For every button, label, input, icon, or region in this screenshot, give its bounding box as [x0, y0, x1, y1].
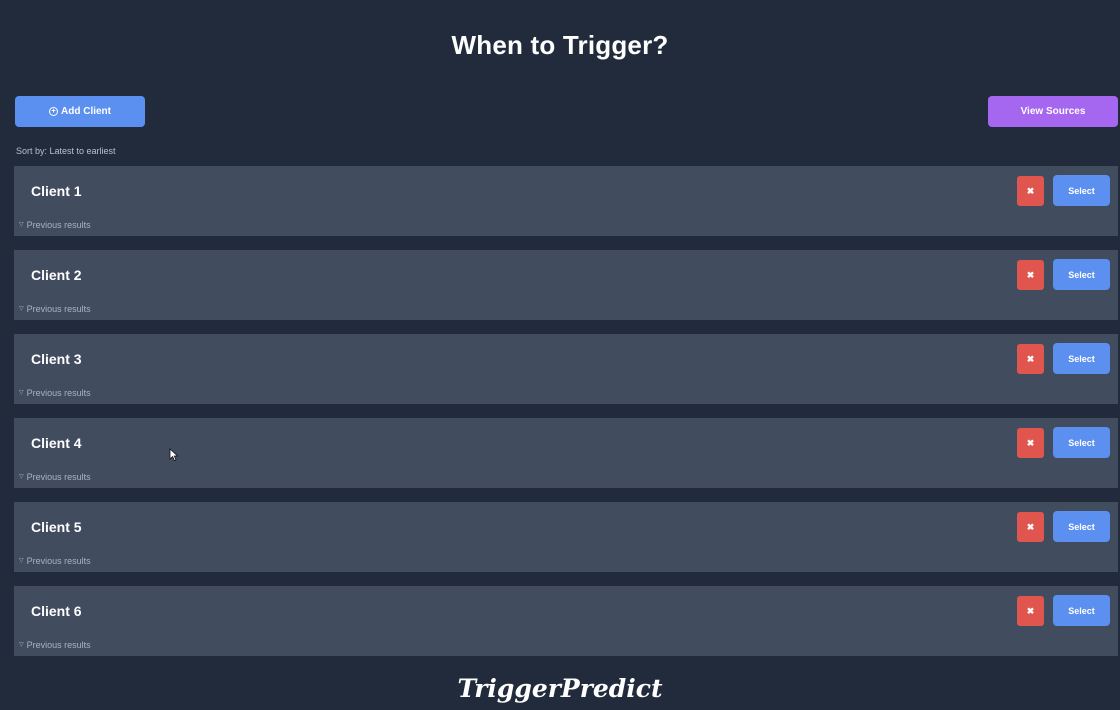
delete-client-button[interactable]: ✖	[1017, 512, 1044, 542]
triangle-down-icon: ▽	[19, 221, 24, 228]
close-icon: ✖	[1026, 437, 1035, 448]
client-card: Client 3 ▽ Previous results ✖ Select	[14, 334, 1118, 404]
delete-client-button[interactable]: ✖	[1017, 260, 1044, 290]
previous-results-toggle[interactable]: ▽ Previous results	[19, 640, 91, 650]
previous-results-label: Previous results	[26, 304, 91, 314]
triangle-down-icon: ▽	[19, 557, 24, 564]
previous-results-label: Previous results	[26, 220, 91, 230]
select-client-button[interactable]: Select	[1053, 343, 1110, 374]
close-icon: ✖	[1026, 605, 1035, 616]
client-card: Client 6 ▽ Previous results ✖ Select	[14, 586, 1118, 656]
close-icon: ✖	[1026, 269, 1035, 280]
triangle-down-icon: ▽	[19, 473, 24, 480]
client-card: Client 1 ▽ Previous results ✖ Select	[14, 166, 1118, 236]
mouse-cursor-icon	[169, 448, 179, 462]
client-list: Client 1 ▽ Previous results ✖ Select Cli…	[14, 166, 1118, 670]
client-name: Client 2	[31, 267, 82, 283]
add-client-button[interactable]: + Add Client	[15, 96, 145, 127]
select-client-button[interactable]: Select	[1053, 511, 1110, 542]
select-client-button[interactable]: Select	[1053, 427, 1110, 458]
triangle-down-icon: ▽	[19, 305, 24, 312]
previous-results-toggle[interactable]: ▽ Previous results	[19, 388, 91, 398]
sort-label: Sort by: Latest to earliest	[16, 146, 116, 156]
client-card: Client 4 ▽ Previous results ✖ Select	[14, 418, 1118, 488]
previous-results-label: Previous results	[26, 556, 91, 566]
page-title: When to Trigger?	[451, 30, 669, 60]
delete-client-button[interactable]: ✖	[1017, 176, 1044, 206]
delete-client-button[interactable]: ✖	[1017, 596, 1044, 626]
close-icon: ✖	[1026, 353, 1035, 364]
close-icon: ✖	[1026, 185, 1035, 196]
client-name: Client 4	[31, 435, 82, 451]
client-card: Client 5 ▽ Previous results ✖ Select	[14, 502, 1118, 572]
client-name: Client 3	[31, 351, 82, 367]
previous-results-label: Previous results	[26, 472, 91, 482]
client-card: Client 2 ▽ Previous results ✖ Select	[14, 250, 1118, 320]
close-icon: ✖	[1026, 521, 1035, 532]
previous-results-toggle[interactable]: ▽ Previous results	[19, 472, 91, 482]
brand-logo: TriggerPredict	[457, 674, 663, 703]
previous-results-toggle[interactable]: ▽ Previous results	[19, 304, 91, 314]
triangle-down-icon: ▽	[19, 389, 24, 396]
previous-results-toggle[interactable]: ▽ Previous results	[19, 556, 91, 566]
delete-client-button[interactable]: ✖	[1017, 344, 1044, 374]
delete-client-button[interactable]: ✖	[1017, 428, 1044, 458]
client-name: Client 1	[31, 183, 82, 199]
plus-circle-icon: +	[49, 107, 58, 116]
select-client-button[interactable]: Select	[1053, 595, 1110, 626]
previous-results-toggle[interactable]: ▽ Previous results	[19, 220, 91, 230]
previous-results-label: Previous results	[26, 640, 91, 650]
triangle-down-icon: ▽	[19, 641, 24, 648]
select-client-button[interactable]: Select	[1053, 175, 1110, 206]
select-client-button[interactable]: Select	[1053, 259, 1110, 290]
client-name: Client 5	[31, 519, 82, 535]
client-name: Client 6	[31, 603, 82, 619]
previous-results-label: Previous results	[26, 388, 91, 398]
view-sources-button[interactable]: View Sources	[988, 96, 1118, 127]
add-client-label: Add Client	[61, 106, 111, 117]
